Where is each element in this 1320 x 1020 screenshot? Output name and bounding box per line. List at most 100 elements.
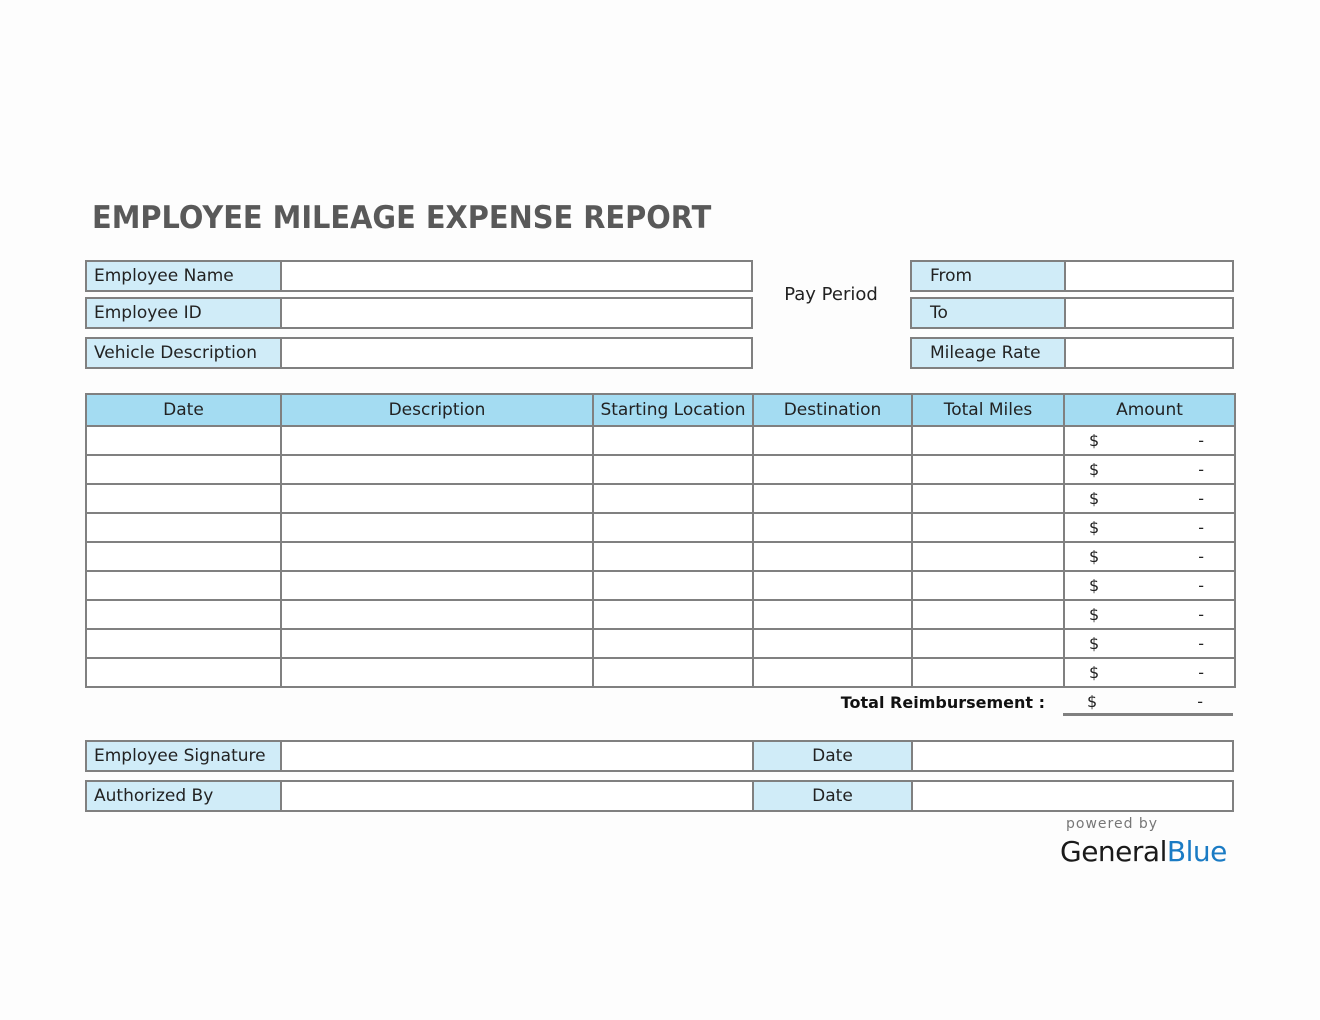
destination-cell[interactable] bbox=[752, 454, 913, 485]
starting-location-cell[interactable] bbox=[592, 570, 754, 601]
date-cell[interactable] bbox=[85, 599, 282, 630]
employee-id-field[interactable] bbox=[282, 299, 751, 327]
total-miles-cell[interactable] bbox=[911, 483, 1065, 514]
currency-symbol: $ bbox=[1089, 576, 1100, 595]
total-currency: $ bbox=[1087, 692, 1098, 711]
amount-text: - bbox=[1198, 663, 1204, 682]
page-title: EMPLOYEE MILEAGE EXPENSE REPORT bbox=[92, 200, 712, 236]
total-miles-cell[interactable] bbox=[911, 425, 1065, 456]
total-reimbursement-label: Total Reimbursement : bbox=[840, 693, 1045, 712]
vehicle-description-row: Vehicle Description bbox=[85, 337, 753, 369]
starting-location-cell[interactable] bbox=[592, 425, 754, 456]
destination-cell[interactable] bbox=[752, 570, 913, 601]
starting-location-cell[interactable] bbox=[592, 454, 754, 485]
authorized-by-date-field[interactable] bbox=[913, 782, 1232, 810]
currency-symbol: $ bbox=[1089, 663, 1100, 682]
date-cell[interactable] bbox=[85, 512, 282, 543]
starting-location-cell[interactable] bbox=[592, 541, 754, 572]
description-cell[interactable] bbox=[280, 454, 594, 485]
starting-location-cell[interactable] bbox=[592, 657, 754, 688]
total-miles-cell[interactable] bbox=[911, 599, 1065, 630]
table-row: $ - bbox=[85, 541, 1236, 572]
authorized-by-date-label: Date bbox=[754, 782, 913, 810]
destination-cell[interactable] bbox=[752, 628, 913, 659]
authorized-by-field[interactable] bbox=[282, 782, 754, 810]
employee-signature-field[interactable] bbox=[282, 742, 754, 770]
employee-signature-date-label: Date bbox=[754, 742, 913, 770]
description-cell[interactable] bbox=[280, 483, 594, 514]
destination-cell[interactable] bbox=[752, 599, 913, 630]
column-header-starting-location: Starting Location bbox=[592, 393, 754, 427]
destination-cell[interactable] bbox=[752, 483, 913, 514]
amount-text: - bbox=[1198, 518, 1204, 537]
total-miles-cell[interactable] bbox=[911, 628, 1065, 659]
amount-text: - bbox=[1198, 547, 1204, 566]
to-label: To bbox=[912, 299, 1066, 327]
table-header-row: Date Description Starting Location Desti… bbox=[85, 393, 1236, 427]
table-row: $ - bbox=[85, 628, 1236, 659]
to-field[interactable] bbox=[1066, 299, 1232, 327]
description-cell[interactable] bbox=[280, 541, 594, 572]
table-row: $ - bbox=[85, 483, 1236, 514]
total-miles-cell[interactable] bbox=[911, 657, 1065, 688]
total-miles-cell[interactable] bbox=[911, 512, 1065, 543]
amount-cell: $ - bbox=[1063, 541, 1236, 572]
amount-cell: $ - bbox=[1063, 454, 1236, 485]
date-cell[interactable] bbox=[85, 425, 282, 456]
description-cell[interactable] bbox=[280, 628, 594, 659]
starting-location-cell[interactable] bbox=[592, 483, 754, 514]
amount-value: $ - bbox=[1066, 634, 1233, 653]
column-header-description: Description bbox=[280, 393, 594, 427]
destination-cell[interactable] bbox=[752, 512, 913, 543]
authorized-by-label: Authorized By bbox=[87, 782, 282, 810]
date-cell[interactable] bbox=[85, 483, 282, 514]
pay-period-label: Pay Period bbox=[784, 284, 878, 305]
pay-period-to-row: To bbox=[910, 297, 1234, 329]
amount-value: $ - bbox=[1066, 576, 1233, 595]
vehicle-description-label: Vehicle Description bbox=[87, 339, 282, 367]
brand-blue: Blue bbox=[1166, 835, 1227, 868]
employee-name-label: Employee Name bbox=[87, 262, 282, 290]
employee-signature-date-field[interactable] bbox=[913, 742, 1232, 770]
table-row: $ - bbox=[85, 425, 1236, 456]
description-cell[interactable] bbox=[280, 570, 594, 601]
starting-location-cell[interactable] bbox=[592, 599, 754, 630]
mileage-rate-field[interactable] bbox=[1066, 339, 1232, 367]
starting-location-cell[interactable] bbox=[592, 628, 754, 659]
date-cell[interactable] bbox=[85, 570, 282, 601]
destination-cell[interactable] bbox=[752, 425, 913, 456]
destination-cell[interactable] bbox=[752, 657, 913, 688]
date-cell[interactable] bbox=[85, 657, 282, 688]
destination-cell[interactable] bbox=[752, 541, 913, 572]
amount-text: - bbox=[1198, 431, 1204, 450]
description-cell[interactable] bbox=[280, 657, 594, 688]
amount-cell: $ - bbox=[1063, 425, 1236, 456]
description-cell[interactable] bbox=[280, 512, 594, 543]
employee-signature-row: Employee Signature Date bbox=[85, 740, 1234, 772]
amount-cell: $ - bbox=[1063, 599, 1236, 630]
currency-symbol: $ bbox=[1089, 547, 1100, 566]
date-cell[interactable] bbox=[85, 628, 282, 659]
vehicle-description-field[interactable] bbox=[282, 339, 751, 367]
date-cell[interactable] bbox=[85, 454, 282, 485]
starting-location-cell[interactable] bbox=[592, 512, 754, 543]
column-header-destination: Destination bbox=[752, 393, 913, 427]
powered-by-text: powered by bbox=[1066, 816, 1159, 832]
from-field[interactable] bbox=[1066, 262, 1232, 290]
amount-value: $ - bbox=[1066, 431, 1233, 450]
description-cell[interactable] bbox=[280, 425, 594, 456]
employee-name-field[interactable] bbox=[282, 262, 751, 290]
currency-symbol: $ bbox=[1089, 518, 1100, 537]
description-cell[interactable] bbox=[280, 599, 594, 630]
table-row: $ - bbox=[85, 657, 1236, 688]
amount-cell: $ - bbox=[1063, 512, 1236, 543]
total-miles-cell[interactable] bbox=[911, 570, 1065, 601]
column-header-total-miles: Total Miles bbox=[911, 393, 1065, 427]
employee-signature-label: Employee Signature bbox=[87, 742, 282, 770]
table-row: $ - bbox=[85, 454, 1236, 485]
total-miles-cell[interactable] bbox=[911, 541, 1065, 572]
amount-value: $ - bbox=[1066, 460, 1233, 479]
total-miles-cell[interactable] bbox=[911, 454, 1065, 485]
date-cell[interactable] bbox=[85, 541, 282, 572]
amount-value: $ - bbox=[1066, 663, 1233, 682]
